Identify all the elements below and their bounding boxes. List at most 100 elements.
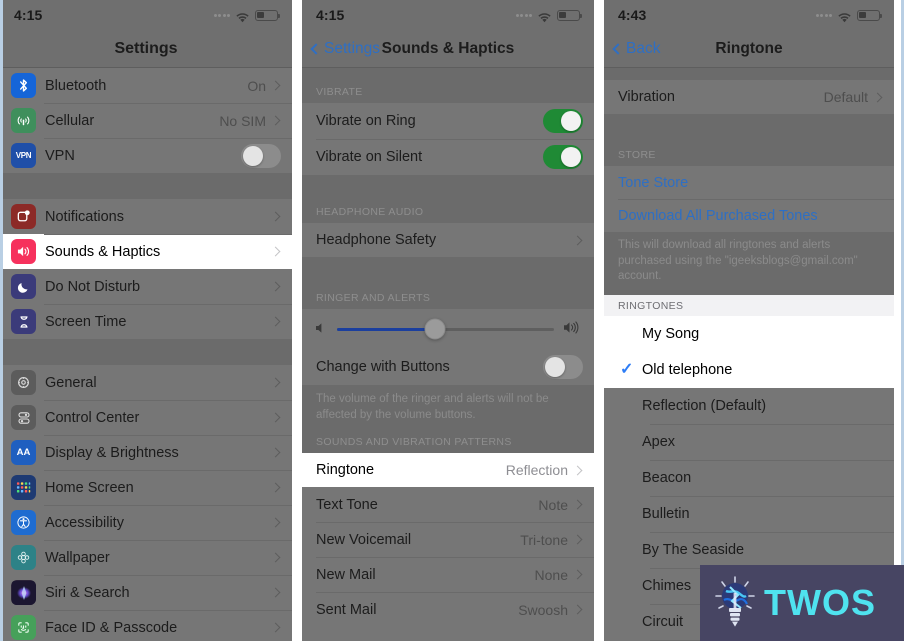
sidebar-item-bluetooth[interactable]: Bluetooth On [0,68,292,103]
row-label: Vibration [618,89,675,105]
panel-gap-1 [292,0,302,641]
row-download-all-purchased-tones[interactable]: Download All Purchased Tones [604,199,894,232]
row-label: New Voicemail [316,531,412,548]
sidebar-item-vpn[interactable]: VPN VPN [0,138,292,173]
chevron-right-icon [270,316,281,327]
wifi-icon [837,10,852,22]
sidebar-item-accessibility[interactable]: Accessibility [0,505,292,540]
row-tone-store[interactable]: Tone Store [604,166,894,199]
status-bar: 4:15 [0,0,292,30]
chevron-right-icon [270,80,281,91]
sidebar-item-cellular[interactable]: Cellular No SIM [0,103,292,138]
vpn-toggle[interactable] [241,143,281,168]
section-divider [604,68,894,80]
row-label: Download All Purchased Tones [618,207,818,224]
speaker-low-icon [315,322,328,336]
sidebar-item-siri-search[interactable]: Siri & Search [0,575,292,610]
ringtone-item-beacon[interactable]: Beacon [604,459,894,496]
sidebar-item-label: Face ID & Passcode [45,619,178,636]
sidebar-item-screen-time[interactable]: Screen Time [0,304,292,339]
row-vibration[interactable]: Vibration Default [604,80,894,114]
section-divider [0,339,292,365]
row-text-tone[interactable]: Text Tone Note [302,487,594,523]
sidebar-item-value: On [247,77,266,94]
bluetooth-icon [11,73,36,98]
row-new-voicemail[interactable]: New Voicemail Tri-tone [302,522,594,558]
chevron-right-icon [270,246,281,257]
sidebar-item-home-screen[interactable]: Home Screen [0,470,292,505]
section-header-sounds-and-vibration-patterns: SOUNDS AND VIBRATION PATTERNS [302,432,594,454]
ringtone-label: By The Seaside [642,541,745,558]
phone-panel-ringtone: 4:43 Back Ringtone Vibration Default STO… [604,0,894,641]
vibrate-on-silent-toggle[interactable] [543,145,583,169]
row-change-with-buttons[interactable]: Change with Buttons [302,349,594,385]
lightbulb-icon [714,575,756,631]
vibrate-on-ring-toggle[interactable] [543,109,583,133]
ringtone-label: Apex [642,433,676,450]
row-label: Change with Buttons [316,359,450,375]
ringtone-item-bulletin[interactable]: Bulletin [604,495,894,532]
ringtone-item-apex[interactable]: Apex [604,423,894,460]
chevron-right-icon [572,569,583,580]
row-vibrate-on-ring[interactable]: Vibrate on Ring [302,103,594,139]
sidebar-item-face-id-passcode[interactable]: Face ID & Passcode [0,610,292,641]
hourglass-icon [11,309,36,334]
ringer-volume-slider-row[interactable] [302,309,594,349]
sidebar-item-label: Sounds & Haptics [45,243,161,260]
sidebar-item-value: No SIM [219,112,266,129]
sidebar-item-label: Home Screen [45,479,134,496]
chevron-left-icon [310,42,322,55]
sidebar-item-control-center[interactable]: Control Center [0,400,292,435]
status-time: 4:15 [316,7,345,23]
chevron-right-icon [270,622,281,633]
page-title: Settings [114,39,178,57]
ringtone-item-my-song[interactable]: My Song [604,315,894,352]
chevron-right-icon [270,281,281,292]
face-id-icon [11,615,36,640]
row-new-mail[interactable]: New Mail None [302,557,594,593]
back-button-label: Back [626,39,661,57]
sidebar-item-do-not-disturb[interactable]: Do Not Disturb [0,269,292,304]
chevron-right-icon [270,211,281,222]
status-indicators [515,9,583,22]
home-screen-icon [11,475,36,500]
nav-bar: Settings Sounds & Haptics [302,30,594,68]
sidebar-item-notifications[interactable]: Notifications [0,199,292,234]
sidebar-item-wallpaper[interactable]: Wallpaper [0,540,292,575]
status-bar: 4:15 [302,0,594,30]
row-ringtone[interactable]: Ringtone Reflection [302,453,594,488]
chevron-right-icon [270,517,281,528]
notifications-icon [11,204,36,229]
row-vibrate-on-silent[interactable]: Vibrate on Silent [302,139,594,175]
row-label: Vibrate on Ring [316,113,416,129]
sidebar-item-label: Display & Brightness [45,444,179,461]
back-button[interactable]: Back [612,39,661,58]
change-with-buttons-toggle[interactable] [543,355,583,379]
row-value: Tri-tone [520,531,568,548]
chevron-right-icon [270,447,281,458]
nav-bar: Settings [0,30,292,68]
sidebar-item-label: Notifications [45,208,124,225]
wallpaper-icon [11,545,36,570]
row-sent-mail[interactable]: Sent Mail Swoosh [302,592,594,628]
ringtone-item-old-telephone[interactable]: ✓ Old telephone [604,351,894,388]
row-headphone-safety[interactable]: Headphone Safety [302,223,594,257]
ringtone-item-reflection-default[interactable]: Reflection (Default) [604,387,894,424]
back-button[interactable]: Settings [310,40,380,58]
sidebar-item-general[interactable]: General [0,365,292,400]
wifi-icon [537,10,552,22]
vpn-icon: VPN [11,143,36,168]
sidebar-item-label: Control Center [45,409,140,426]
battery-icon [255,9,281,21]
phone-panel-settings: 4:15 Settings Bluetooth On Cellular No S… [0,0,292,641]
row-value: None [534,566,568,583]
ringtone-item-by-the-seaside[interactable]: By The Seaside [604,531,894,568]
chevron-right-icon [270,115,281,126]
ringer-volume-slider[interactable] [337,318,554,340]
section-ringer-and-alerts: Change with Buttons [302,309,594,385]
slider-thumb[interactable] [424,318,446,340]
sidebar-item-display-brightness[interactable]: AA Display & Brightness [0,435,292,470]
sidebar-item-sounds-haptics[interactable]: Sounds & Haptics [0,234,292,269]
chevron-right-icon [872,92,883,102]
checkmark-icon: ✓ [620,360,634,378]
